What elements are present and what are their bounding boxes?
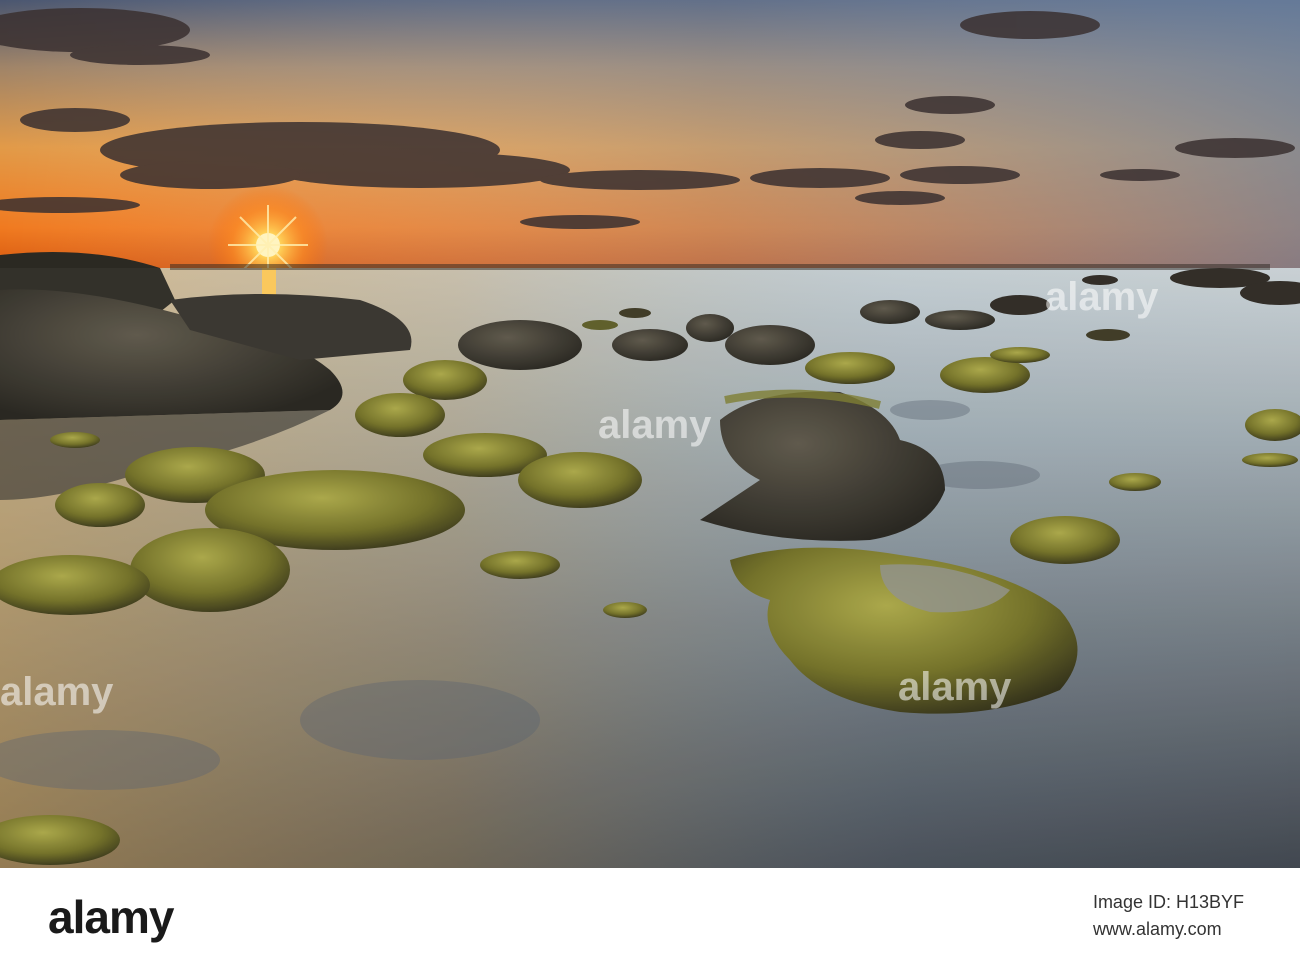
alamy-logo: alamy: [48, 891, 174, 943]
image-info: Image ID: H13BYF www.alamy.com: [1093, 892, 1244, 940]
site-url[interactable]: www.alamy.com: [1093, 919, 1244, 940]
footer-bar: alamy Image ID: H13BYF www.alamy.com: [0, 868, 1300, 957]
image-id: Image ID: H13BYF: [1092, 892, 1244, 912]
sunset-tidal-rocks-image: [0, 0, 1300, 868]
stock-photo: alamy alamy alamy alamy: [0, 0, 1300, 868]
